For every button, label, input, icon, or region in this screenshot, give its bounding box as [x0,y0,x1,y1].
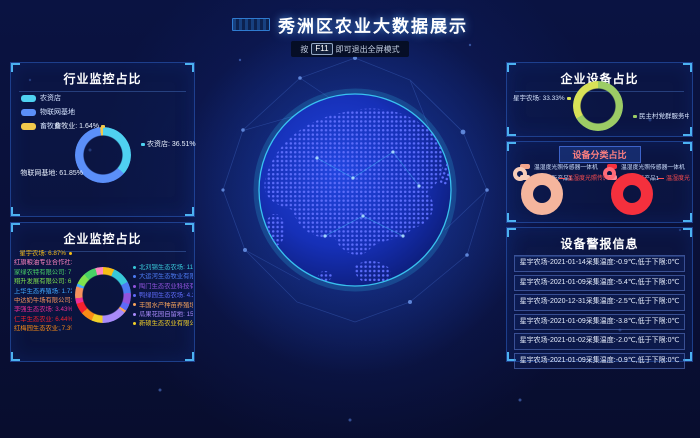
enterprise-label: 红旗粮油专业合作社: 4.72% [14,259,72,266]
chart-label-text: 农资店: 36.51% [147,141,196,148]
hint-suffix: 即可退出全屏模式 [336,44,400,55]
logo-badge [232,18,270,31]
enterprise-label: 红梅园生态农业: 7.3% [14,325,72,332]
mesh-lines [223,58,487,322]
device-label-text: 民主村党群服务中心 [639,113,689,120]
legend-item: 温湿度光照传感器一体机 [520,162,598,171]
fullscreen-hint: 按 F11 即可退出全屏模式 [291,41,408,57]
category-callout-right: 温湿度光照传感器一— [658,173,690,182]
alarm-item: 星宇农场-2020-12-31采集温度:-2.5℃,低于下限:0℃ [514,294,685,311]
legend-label: 温湿度光照传感器一体机 [621,162,685,171]
device-label-left: 星宇农场: 33.33% [513,92,573,102]
legend-item: 温湿度光照传感器一体机 [607,162,685,171]
enterprise-label: 瓜果花园自留地: 15.02% [133,311,193,318]
device-alarm-panel: 设备警报信息 星宇农场-2021-01-14采集温度:-0.9℃,低于下限:0℃… [506,227,693,362]
alarm-item: 星宇农场-2021-01-09采集温度:-5.4℃,低于下限:0℃ [514,275,685,292]
alarm-item: 星宇农场-2021-01-09采集温度:-3.8℃,低于下限:0℃ [514,314,685,331]
alarm-item: 星宇农场-2021-01-14采集温度:-0.9℃,低于下限:0℃ [514,255,685,272]
dashboard: 秀洲区农业大数据展示 按 F11 即可退出全屏模式 行业监控占比 农资店 物联网… [0,0,700,438]
enterprise-labels-left: 星宇农场: 6.87% 红旗粮油专业合作社: 4.72% 家绿农特有限公司: 7.7… [14,250,72,332]
legend-item: 农资店 [21,93,75,103]
enterprise-label: 新硕生态农业有限公司: 6.87% [133,320,193,327]
device-donut-chart [573,81,623,131]
legend-label: 温湿度光照传感器一体机 [534,162,598,171]
label-dot [101,125,105,128]
enterprise-label: 大运河生态牧业有限责任公 [133,273,193,280]
enterprise-panel-title: 企业监控占比 [19,223,186,252]
globe-network [317,152,419,236]
alarm-panel-title: 设备警报信息 [515,228,684,257]
f11-key-badge: F11 [311,43,332,55]
enterprise-label: 北刘锦生态农场: 11.16% [133,264,193,271]
enterprise-label: 鸭绿园生态农场: 4.29% [133,292,193,299]
enterprise-label: 丰国水产种苗养殖场: 1. [133,302,193,309]
label-dot [567,97,571,100]
category-panel-title: 设备分类占比 [559,146,641,163]
category-callout-left: 温湿度光照传感器一— [559,173,605,182]
alarm-item: 星宇农场-2021-01-02采集温度:-2.0℃,低于下限:0℃ [514,333,685,350]
category-ring-left [521,173,563,215]
legend-swatch [21,95,36,102]
category-small-ring-left [513,167,527,181]
globe-glow-rim [257,92,453,288]
enterprise-label: 李强生态农场: 3.43% [14,306,72,313]
enterprise-label: 中达奶牛场有限公司: 7.29% [14,297,72,304]
label-dot [85,172,89,175]
label-dot [633,115,637,118]
enterprise-label: 陶门生态农业科技有限公 [133,283,193,290]
industry-ratio-panel: 行业监控占比 农资店 物联网基地 畜牧业 畜牧业: 1.64% 农资店: 36.… [10,62,195,217]
chart-label-text: 畜牧业: 1.64% [54,123,99,130]
page-title: 秀洲区农业大数据展示 [278,12,468,37]
enterprise-label: 仁丰生态农业: 6.44% [14,316,72,323]
legend-item: 物联网基地 [21,107,75,117]
enterprise-label: 翔升发展有限公司: 6.87% [14,278,72,285]
device-ratio-panel: 企业设备占比 星宇农场: 33.33% 民主村党群服务中心 [506,62,693,137]
chart-label-text: 物联网基地: 61.85% [20,170,83,177]
alarm-list: 星宇农场-2021-01-14采集温度:-0.9℃,低于下限:0℃ 星宇农场-20… [514,255,685,369]
enterprise-donut-chart [75,267,131,323]
globe-visualization [205,40,505,340]
device-label-text: 星宇农场: 33.33% [513,95,565,102]
enterprise-labels-right: 北刘锦生态农场: 11.16% 大运河生态牧业有限责任公陶门生态农业科技有限公鸭绿… [133,264,193,327]
chart-label-iot-base: 物联网基地: 61.85% [17,168,91,178]
enterprise-label: 上华生态养殖场: 1.72% [14,288,72,295]
label-dot [141,143,145,146]
chart-label-agristore: 农资店: 36.51% [139,139,196,149]
continents [264,108,457,283]
alarm-item: 星宇农场-2021-01-09采集温度:-0.9℃,低于下限:0℃ [514,353,685,370]
device-label-right: 民主村党群服务中心 [631,110,689,120]
device-category-panel: 设备分类占比 温湿度光照传感器一体机 一体机新产品1 温湿度光照传感器一体机 一… [506,141,693,223]
legend-swatch [21,109,36,116]
globe-network-nodes [315,150,420,237]
chart-label-livestock: 畜牧业: 1.64% [25,121,107,131]
legend-label: 物联网基地 [40,107,75,117]
category-ring-right [611,173,653,215]
mesh-nodes [221,56,488,304]
enterprise-label: 星宇农场: 6.87% [19,250,72,257]
header: 秀洲区农业大数据展示 按 F11 即可退出全屏模式 [0,12,700,57]
header-row: 秀洲区农业大数据展示 [0,12,700,37]
enterprise-ratio-panel: 企业监控占比 星宇农场: 6.87% 红旗粮油专业合作社: 4.72% 家绿农特有限… [10,222,195,362]
hint-prefix: 按 [300,44,308,55]
globe-sphere [259,94,451,286]
enterprise-label: 家绿农特有限公司: 7.72% [14,269,72,276]
legend-label: 农资店 [40,93,61,103]
industry-panel-title: 行业监控占比 [19,63,186,92]
